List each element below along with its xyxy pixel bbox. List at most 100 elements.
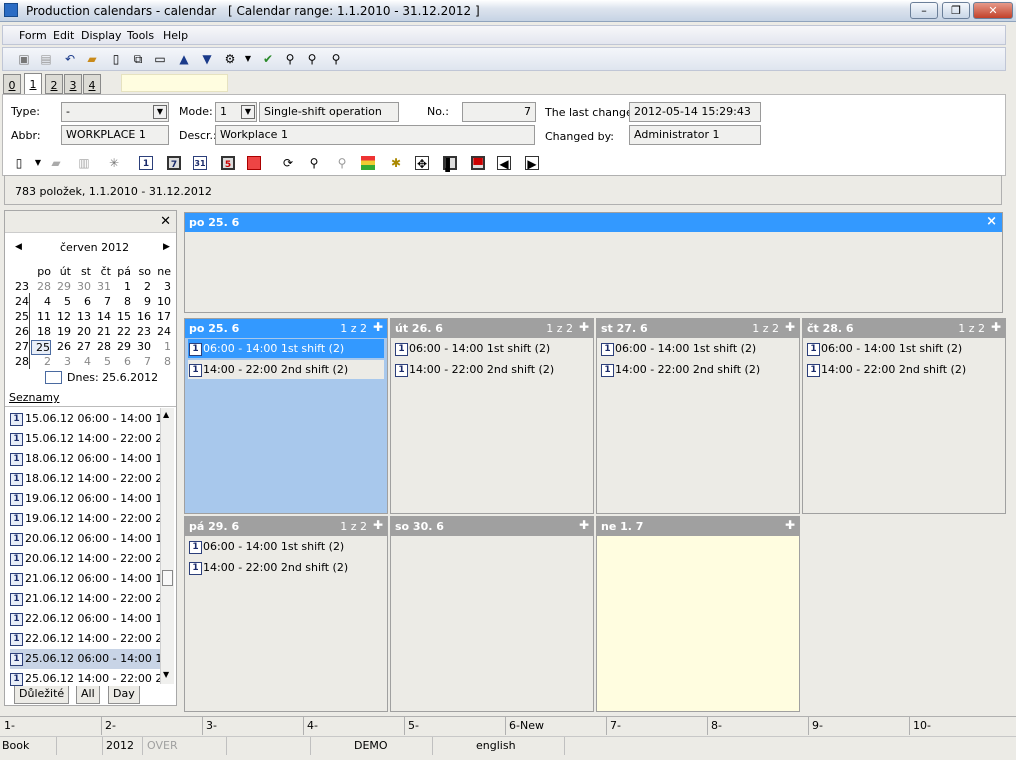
calendar-day[interactable]: 17 <box>151 310 171 323</box>
save-icon[interactable]: ▣ <box>17 52 31 66</box>
calendar-event[interactable]: 1 14:00 - 22:00 2nd shift (2) <box>394 360 590 379</box>
menu-display[interactable]: Display <box>81 29 122 42</box>
calendar-day[interactable]: 2 <box>131 280 151 293</box>
fkey-4[interactable]: 4- <box>307 719 318 732</box>
month-view-icon[interactable]: 31 <box>193 156 207 170</box>
calendar-day[interactable]: 13 <box>71 310 91 323</box>
tab-day[interactable]: Day <box>108 686 140 704</box>
list-item[interactable]: 1 18.06.12 14:00 - 22:00 2... <box>10 469 162 489</box>
save-as-icon[interactable]: ▤ <box>39 52 53 66</box>
day-view-panel[interactable]: po 25. 6 × <box>184 212 1003 313</box>
fkey-6[interactable]: 6-New <box>509 719 544 732</box>
close-panel-icon[interactable]: ✕ <box>160 214 171 229</box>
fkey-1[interactable]: 1- <box>4 719 15 732</box>
list-item[interactable]: 1 22.06.12 14:00 - 22:00 2... <box>10 629 162 649</box>
list-item[interactable]: 1 19.06.12 14:00 - 22:00 2... <box>10 509 162 529</box>
tab-1[interactable]: 1 <box>24 73 42 94</box>
no-field[interactable]: 7 <box>462 102 536 122</box>
list-item[interactable]: 115.06.12 06:00 - 14:00 1s... <box>10 409 162 429</box>
calendar-day[interactable]: 15 <box>111 310 131 323</box>
next-record-icon[interactable]: ▼ <box>200 52 214 66</box>
calendar-day[interactable]: 18 <box>31 325 51 338</box>
calendar-day[interactable]: 1 <box>151 340 171 353</box>
day-header[interactable]: po 25. 6 1 z 2 ✚ <box>185 319 387 338</box>
day-cell[interactable]: so 30. 6 ✚ <box>390 516 594 712</box>
dropdown-arrow-icon[interactable]: ▼ <box>241 52 255 66</box>
add-event-icon[interactable]: ✚ <box>373 518 383 532</box>
calendar-day[interactable]: 3 <box>51 355 71 368</box>
calendar-event[interactable]: 1 14:00 - 22:00 2nd shift (2) <box>600 360 796 379</box>
day-header[interactable]: čt 28. 6 1 z 2 ✚ <box>803 319 1005 338</box>
calendar-day[interactable]: 26 <box>51 340 71 353</box>
open-folder-icon[interactable]: ▰ <box>85 52 99 66</box>
tab-0[interactable]: 0 <box>3 74 21 94</box>
list-item[interactable]: 122.06.12 06:00 - 14:00 1s... <box>10 609 162 629</box>
list-item[interactable]: 1 20.06.12 14:00 - 22:00 2... <box>10 549 162 569</box>
calendar-event[interactable]: 1 06:00 - 14:00 1st shift (2) <box>188 537 384 556</box>
calendar-event[interactable]: 1 06:00 - 14:00 1st shift (2) <box>806 339 1002 358</box>
copy-icon[interactable]: ⧉ <box>131 52 145 66</box>
calendar-day[interactable]: 1 <box>111 280 131 293</box>
open-icon[interactable]: ▰ <box>49 156 63 170</box>
calendar-day[interactable]: 7 <box>131 355 151 368</box>
minimize-button[interactable]: – <box>910 2 938 19</box>
tab-4[interactable]: 4 <box>83 74 101 94</box>
calendar-event[interactable]: 1 14:00 - 22:00 2nd shift (2) <box>188 360 384 379</box>
today-label[interactable]: Dnes: 25.6.2012 <box>67 371 158 384</box>
calendar-day[interactable]: 21 <box>91 325 111 338</box>
week-view-icon[interactable]: 7 <box>167 156 181 170</box>
day-cell[interactable]: čt 28. 6 1 z 2 ✚ 1 06:00 - 14:00 1st shift (… <box>802 318 1006 514</box>
fkey-5[interactable]: 5- <box>408 719 419 732</box>
calendar-event[interactable]: 1 06:00 - 14:00 1st shift (2) <box>188 339 384 358</box>
list-item[interactable]: 1 15.06.12 14:00 - 22:00 2... <box>10 429 162 449</box>
list-scrollbar[interactable]: ▲ ▼ <box>160 408 174 684</box>
new-icon[interactable]: ▯ <box>12 156 26 170</box>
mode-dropdown-icon[interactable]: ▼ <box>241 105 255 119</box>
calendar-day[interactable]: 10 <box>151 295 171 308</box>
add-event-icon[interactable]: ✚ <box>785 518 795 532</box>
add-event-icon[interactable]: ✚ <box>579 518 589 532</box>
menu-help[interactable]: Help <box>163 29 188 42</box>
day-cell[interactable]: po 25. 6 1 z 2 ✚ 1 06:00 - 14:00 1st shift (… <box>184 318 388 514</box>
calendar-day[interactable]: 5 <box>51 295 71 308</box>
fkey-8[interactable]: 8- <box>711 719 722 732</box>
fkey-7[interactable]: 7- <box>610 719 621 732</box>
calendar-day[interactable]: 4 <box>71 355 91 368</box>
tools-icon[interactable]: ✱ <box>389 156 403 170</box>
calendar-day[interactable]: 29 <box>51 280 71 293</box>
calendar-day[interactable]: 12 <box>51 310 71 323</box>
day-header[interactable]: ne 1. 7 ✚ <box>597 517 799 536</box>
tab-2[interactable]: 2 <box>45 74 63 94</box>
delete-icon[interactable]: ▥ <box>77 156 91 170</box>
new-dropdown-icon[interactable]: ▼ <box>31 156 45 170</box>
list-item[interactable]: 121.06.12 06:00 - 14:00 1s... <box>10 569 162 589</box>
panel-top-icon[interactable]: ▀ <box>471 156 485 172</box>
fkey-9[interactable]: 9- <box>812 719 823 732</box>
calendar-day[interactable]: 4 <box>31 295 51 308</box>
day-header[interactable]: pá 29. 6 1 z 2 ✚ <box>185 517 387 536</box>
calendar-day[interactable]: 8 <box>151 355 171 368</box>
calendar-day[interactable]: 3 <box>151 280 171 293</box>
calendar-day[interactable]: 2 <box>31 355 51 368</box>
settings-icon[interactable]: ⚙ <box>223 52 237 66</box>
list-item[interactable]: 120.06.12 06:00 - 14:00 1s... <box>10 529 162 549</box>
check-icon[interactable]: ✔ <box>261 52 275 66</box>
type-dropdown-icon[interactable]: ▼ <box>153 105 167 119</box>
calendar-day[interactable]: 9 <box>131 295 151 308</box>
calendar-event[interactable]: 1 14:00 - 22:00 2nd shift (2) <box>188 558 384 577</box>
calendar-day[interactable]: 24 <box>151 325 171 338</box>
calendar-event[interactable]: 1 06:00 - 14:00 1st shift (2) <box>600 339 796 358</box>
calendar-day[interactable]: 19 <box>51 325 71 338</box>
scroll-up-icon[interactable]: ▲ <box>163 410 169 419</box>
calendar-day[interactable]: 5 <box>91 355 111 368</box>
close-window-button[interactable]: ✕ <box>973 2 1013 19</box>
day-cell[interactable]: st 27. 6 1 z 2 ✚ 1 06:00 - 14:00 1st shift (… <box>596 318 800 514</box>
next-month-icon[interactable]: ▶ <box>163 242 170 252</box>
filter-icon[interactable]: ⚲ <box>335 156 349 170</box>
fkey-3[interactable]: 3- <box>206 719 217 732</box>
calendar-day[interactable]: 6 <box>111 355 131 368</box>
add-event-icon[interactable]: ✚ <box>991 320 1001 334</box>
day-header[interactable]: so 30. 6 ✚ <box>391 517 593 536</box>
book-icon[interactable]: ▭ <box>153 52 167 66</box>
calendar-day[interactable]: 29 <box>111 340 131 353</box>
